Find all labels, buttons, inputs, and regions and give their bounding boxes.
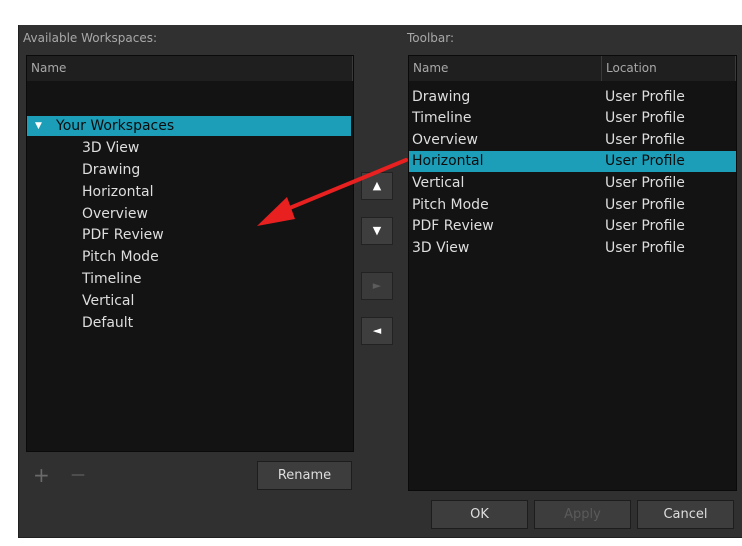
arrow-left-icon: ◄ [372, 324, 382, 337]
column-header-name[interactable]: Name [409, 56, 602, 81]
tree-item-default[interactable]: Default [82, 313, 133, 333]
row-name: Overview [412, 132, 478, 148]
tree-item-timeline[interactable]: Timeline [82, 269, 142, 289]
toolbar-row[interactable]: Overview User Profile [409, 130, 736, 151]
tree-node-label: Your Workspaces [56, 118, 175, 134]
row-location: User Profile [605, 218, 685, 234]
arrow-up-icon: ▲ [372, 179, 382, 192]
tree-item-drawing[interactable]: Drawing [82, 160, 140, 180]
remove-from-toolbar-button[interactable]: ◄ [361, 317, 393, 345]
row-location: User Profile [605, 132, 685, 148]
available-workspaces-tree[interactable]: Name ▼ Your Workspaces 3D View Drawing H… [26, 55, 354, 452]
row-name: Pitch Mode [412, 197, 489, 213]
toolbar-row[interactable]: Timeline User Profile [409, 108, 736, 129]
remove-workspace-button[interactable]: — [71, 465, 85, 485]
row-location: User Profile [605, 153, 685, 169]
tree-item-pdf-review[interactable]: PDF Review [82, 225, 164, 245]
toolbar-row[interactable]: Drawing User Profile [409, 87, 736, 108]
tree-node-your-workspaces[interactable]: ▼ Your Workspaces [27, 116, 351, 136]
add-to-toolbar-button[interactable]: ► [361, 272, 393, 300]
tree-item-horizontal[interactable]: Horizontal [82, 182, 153, 202]
row-name: 3D View [412, 240, 470, 256]
arrow-down-icon: ▼ [372, 224, 382, 237]
tree-item-3d-view[interactable]: 3D View [82, 138, 139, 158]
toolbar-row[interactable]: 3D View User Profile [409, 238, 736, 259]
column-header-location[interactable]: Location [602, 56, 736, 81]
row-name: Vertical [412, 175, 465, 191]
tree-item-pitch-mode[interactable]: Pitch Mode [82, 247, 159, 267]
toolbar-label: Toolbar: [407, 31, 455, 45]
workspace-manager-dialog: Available Workspaces: Name ▼ Your Worksp… [18, 25, 742, 538]
column-header-name[interactable]: Name [27, 56, 353, 81]
toolbar-row[interactable]: PDF Review User Profile [409, 216, 736, 237]
row-name: Timeline [412, 110, 472, 126]
row-name: PDF Review [412, 218, 494, 234]
row-location: User Profile [605, 175, 685, 191]
expand-caret-icon[interactable]: ▼ [35, 116, 42, 136]
toolbar-row[interactable]: Pitch Mode User Profile [409, 195, 736, 216]
move-down-button[interactable]: ▼ [361, 217, 393, 245]
toolbar-row-selected[interactable]: Horizontal User Profile [409, 151, 736, 172]
toolbar-workspaces-list[interactable]: Name Location Drawing User Profile Timel… [408, 55, 737, 491]
row-name: Horizontal [412, 153, 484, 169]
row-name: Drawing [412, 89, 471, 105]
tree-item-overview[interactable]: Overview [82, 204, 148, 224]
rename-button[interactable]: Rename [257, 461, 352, 490]
move-up-button[interactable]: ▲ [361, 172, 393, 200]
add-workspace-button[interactable]: + [33, 465, 50, 485]
toolbar-row[interactable]: Vertical User Profile [409, 173, 736, 194]
cancel-button[interactable]: Cancel [637, 500, 734, 529]
row-location: User Profile [605, 110, 685, 126]
row-location: User Profile [605, 240, 685, 256]
row-location: User Profile [605, 197, 685, 213]
apply-button[interactable]: Apply [534, 500, 631, 529]
arrow-right-icon: ► [372, 279, 382, 292]
tree-item-vertical[interactable]: Vertical [82, 291, 134, 311]
row-location: User Profile [605, 89, 685, 105]
available-workspaces-label: Available Workspaces: [23, 31, 158, 45]
ok-button[interactable]: OK [431, 500, 528, 529]
